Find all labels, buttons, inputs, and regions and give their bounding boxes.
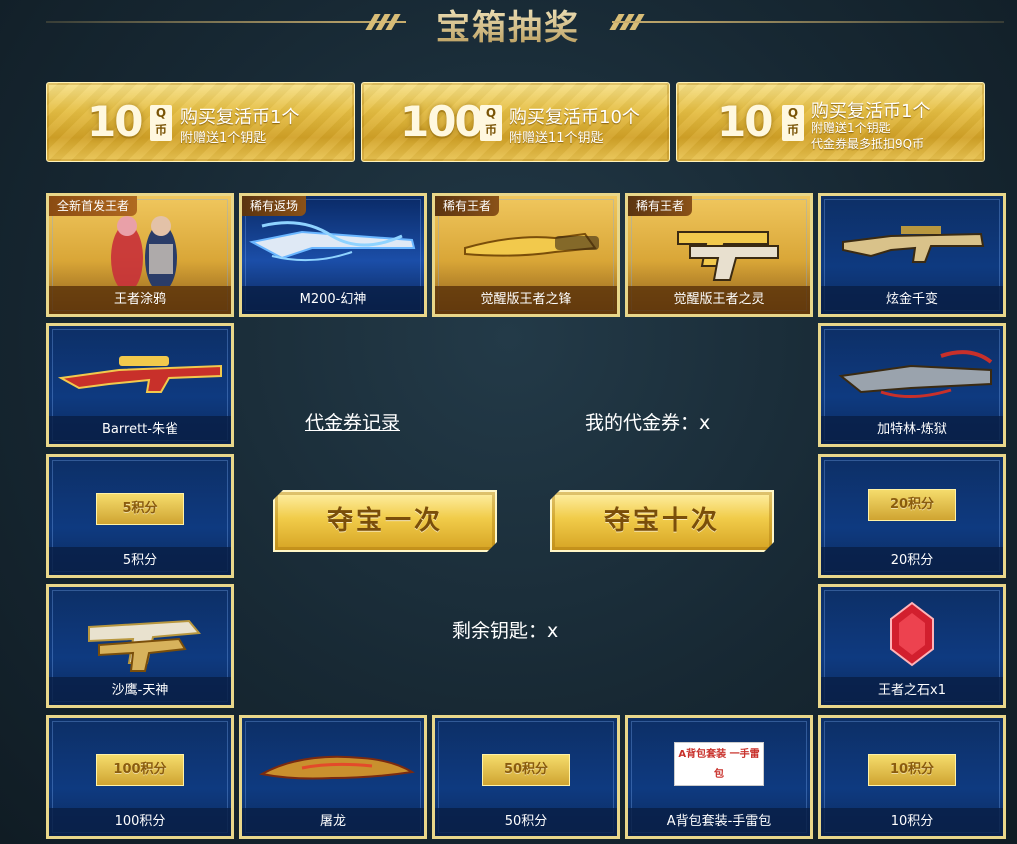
prize-tile-wangzhe-tuya[interactable]: 全新首发王者 王者涂鸦 — [46, 193, 234, 317]
header-divider-right — [612, 21, 1004, 23]
prize-label: 炫金千变 — [821, 286, 1003, 314]
offer-amount: 10 — [87, 97, 143, 146]
prize-tile-20-points[interactable]: 20积分 20积分 — [818, 454, 1006, 578]
header-divider-left — [46, 21, 406, 23]
prize-tile-shaying-tianshen[interactable]: 沙鹰-天神 — [46, 584, 234, 708]
sniper-rifle-icon — [57, 356, 222, 393]
prize-tile-wangzhe-zhiling[interactable]: 稀有王者 觉醒版王者之灵 — [625, 193, 813, 317]
q-coin-badge: Q币 — [150, 105, 172, 141]
remaining-keys-text: 剩余钥匙：x — [452, 620, 559, 642]
q-coin-badge: Q币 — [480, 105, 502, 141]
gatling-gun-icon — [838, 350, 993, 399]
offer-button-1[interactable]: 10 Q币 购买复活币1个 附赠送1个钥匙 — [46, 82, 355, 162]
blade-icon — [259, 755, 415, 780]
my-voucher-text: 我的代金券：x — [585, 412, 711, 434]
page-header: 宝箱抽奖 — [0, 0, 1017, 48]
prize-tile-100-points[interactable]: 100积分 100积分 — [46, 715, 234, 839]
offer-button-3[interactable]: 10 Q币 购买复活币1个 附赠送1个钥匙 代金券最多抵扣9Q币 — [676, 82, 985, 162]
prize-tag: 稀有王者 — [628, 196, 693, 216]
pistol-icon — [88, 619, 201, 672]
offer-sub-text: 附赠送1个钥匙 — [180, 131, 267, 146]
points-badge: 50积分 — [482, 754, 570, 786]
prize-tile-backpack-grenade[interactable]: A背包套装 一手雷包 A背包套装-手雷包 — [625, 715, 813, 839]
q-coin-badge: Q币 — [782, 105, 804, 141]
prize-tile-10-points[interactable]: 10积分 10积分 — [818, 715, 1006, 839]
prize-label: A背包套装-手雷包 — [628, 808, 810, 836]
prize-tile-barrett-zhuque[interactable]: Barrett-朱雀 — [46, 323, 234, 447]
prize-tag: 稀有王者 — [435, 196, 500, 216]
prize-label: 王者涂鸦 — [49, 286, 231, 314]
offer-amount: 100 — [400, 97, 484, 146]
prize-tile-m200-huanshen[interactable]: 稀有返场 M200-幻神 — [239, 193, 427, 317]
prize-label: 屠龙 — [242, 808, 424, 836]
prize-tile-wangzhe-zhifeng[interactable]: 稀有王者 觉醒版王者之锋 — [432, 193, 620, 317]
prize-label: 50积分 — [435, 808, 617, 836]
prize-label: 加特林-炼狱 — [821, 416, 1003, 444]
prize-tag: 全新首发王者 — [49, 196, 138, 216]
draw-ten-button[interactable]: 夺宝十次 — [550, 490, 774, 552]
offer-main-text: 购买复活币10个 — [509, 107, 640, 128]
offer-button-2[interactable]: 100 Q币 购买复活币10个 附赠送11个钥匙 — [361, 82, 670, 162]
prize-label: 王者之石x1 — [821, 677, 1003, 705]
points-badge: 5积分 — [96, 493, 184, 525]
red-gem-icon — [890, 601, 934, 667]
points-badge: 20积分 — [868, 489, 956, 521]
voucher-record-link[interactable]: 代金券记录 — [305, 408, 400, 435]
offer-main-text: 购买复活币1个 — [180, 107, 300, 128]
prize-tile-wangzhe-stone[interactable]: 王者之石x1 — [818, 584, 1006, 708]
points-badge: 10积分 — [868, 754, 956, 786]
prize-tile-50-points[interactable]: 50积分 50积分 — [432, 715, 620, 839]
prize-label: 5积分 — [49, 547, 231, 575]
prize-label: 10积分 — [821, 808, 1003, 836]
prize-label: 100积分 — [49, 808, 231, 836]
points-badge: 100积分 — [96, 754, 184, 786]
header-ornament-left — [365, 14, 408, 30]
offer-sub-text-2: 代金券最多抵扣9Q币 — [811, 137, 925, 151]
page-title: 宝箱抽奖 — [408, 0, 608, 49]
prize-label: 20积分 — [821, 547, 1003, 575]
prize-tile-gatlin-lianyu[interactable]: 加特林-炼狱 — [818, 323, 1006, 447]
prize-label: Barrett-朱雀 — [49, 416, 231, 444]
prize-tag: 稀有返场 — [242, 196, 307, 216]
prize-label: 觉醒版王者之灵 — [628, 286, 810, 314]
prize-label: 沙鹰-天神 — [49, 677, 231, 705]
offer-sub-text: 附赠送1个钥匙 — [811, 121, 891, 135]
assault-rifle-icon — [842, 226, 985, 263]
draw-once-button[interactable]: 夺宝一次 — [273, 490, 497, 552]
prize-tile-tulong[interactable]: 屠龙 — [239, 715, 427, 839]
prize-label: 觉醒版王者之锋 — [435, 286, 617, 314]
prize-tile-xuanjin-qianbian[interactable]: 炫金千变 — [818, 193, 1006, 317]
backpack-badge: A背包套装 一手雷包 — [674, 742, 764, 786]
prize-tile-5-points[interactable]: 5积分 5积分 — [46, 454, 234, 578]
prize-label: M200-幻神 — [242, 286, 424, 314]
offer-sub-text: 附赠送11个钥匙 — [509, 131, 604, 146]
offer-amount: 10 — [717, 97, 773, 146]
